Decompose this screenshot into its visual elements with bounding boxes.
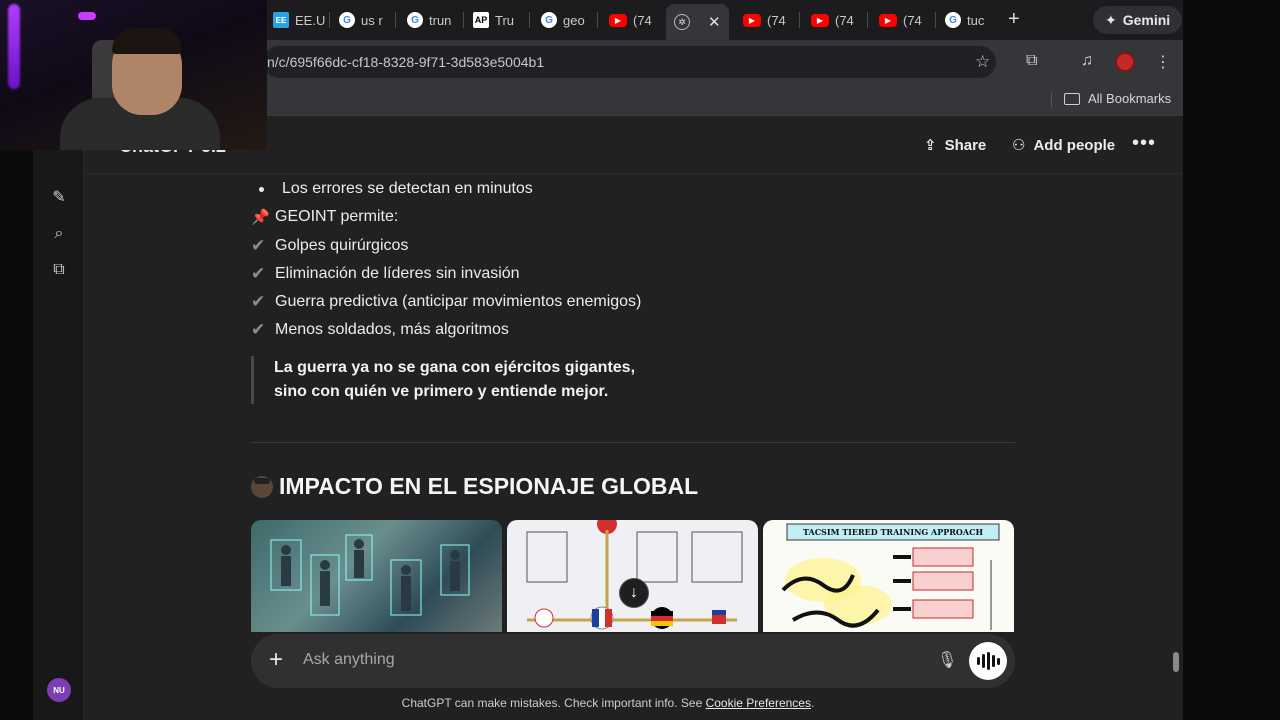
image-surveillance-crowd[interactable] [251,520,502,632]
list-item: Los errores se detectan en minutos [259,180,533,198]
pushpin-icon: 📌 [251,209,270,226]
geoint-title: 📌 GEOINT permite: [251,208,399,226]
youtube-icon: ▶ [811,13,829,27]
tab-ee[interactable]: EE EE.U [265,6,327,34]
section-heading: IMPACTO EN EL ESPIONAJE GLOBAL [251,473,698,500]
prompt-input[interactable]: Ask anything [303,651,395,669]
youtube-icon: ▶ [879,13,897,27]
google-icon: G [945,12,961,28]
google-icon: G [407,12,423,28]
check-item: ✔ Eliminación de líderes sin invasión [251,264,520,283]
media-control-icon[interactable]: ♫ [1081,52,1093,70]
tab-google-3[interactable]: G geo [533,6,595,34]
menu-kebab-icon[interactable]: ⋮ [1155,52,1171,72]
tab-search-icon[interactable]: ⧉ [1026,52,1037,70]
image-gallery: ↓ TACSIM TIERED TRAINING APPROACH [251,520,1015,632]
check-item: ✔ Golpes quirúrgicos [251,236,409,255]
youtube-icon: ▶ [743,13,761,27]
tab-google-2[interactable]: G trun [399,6,461,34]
address-bar[interactable]: n/c/695f66dc-cf18-8328-9f71-3d583e5004b1 [263,46,996,78]
more-options-icon[interactable]: ••• [1132,132,1156,155]
attach-plus-icon[interactable]: + [269,646,283,674]
checkmark-icon: ✔ [251,320,266,339]
tab-youtube-2[interactable]: ▶ (74 [735,6,797,34]
checkmark-icon: ✔ [251,292,266,311]
all-bookmarks-button[interactable]: All Bookmarks [1064,91,1171,106]
tab-youtube-1[interactable]: ▶ (74 [601,6,663,34]
check-item: ✔ Guerra predictiva (anticipar movimient… [251,292,642,311]
image-tacsim-diagram[interactable]: TACSIM TIERED TRAINING APPROACH [763,520,1014,632]
library-icon[interactable]: ⧉ [49,260,69,280]
bookmark-star-icon[interactable]: ☆ [975,52,990,72]
close-tab-icon[interactable]: ✕ [708,13,721,31]
tab-youtube-3[interactable]: ▶ (74 [803,6,865,34]
page-scrollbar[interactable] [1173,652,1179,672]
disclaimer: ChatGPT can make mistakes. Check importa… [401,696,815,710]
share-button[interactable]: ⇪ Share [924,136,986,155]
spy-icon [251,475,273,498]
sidebar-rail: ✎ ⌕ ⧉ NU [33,118,84,720]
checkmark-icon: ✔ [251,264,266,283]
add-people-button[interactable]: ⚇ Add people [1012,136,1115,155]
new-chat-icon[interactable]: ✎ [49,188,69,208]
scroll-down-icon[interactable]: ↓ [619,578,649,608]
voice-mode-button[interactable] [969,642,1007,680]
google-icon: G [339,12,355,28]
ee-favicon-icon: EE [273,12,289,28]
tab-chatgpt-active[interactable]: ✲ ✕ [666,4,729,40]
tacsim-caption: TACSIM TIERED TRAINING APPROACH [803,527,983,537]
gemini-button[interactable]: ✦ Gemini [1093,6,1183,34]
divider [251,442,1015,443]
tab-google-4[interactable]: G tuc [937,6,999,34]
youtube-icon: ▶ [609,13,627,27]
tab-youtube-4[interactable]: ▶ (74 [871,6,933,34]
blockquote: La guerra ya no se gana con ejércitos gi… [251,356,635,404]
search-icon[interactable]: ⌕ [49,224,69,244]
chatgpt-page: ✎ ⌕ ⧉ NU ChatGPT 5.2 ⇪ Share ⚇ Add peopl… [33,118,1183,720]
chat-composer: + Ask anything 🎙 [251,634,1015,688]
screen: EE EE.U G us r G trun AP Tru G geo ▶ (74… [0,0,1280,720]
check-item: ✔ Menos soldados, más algoritmos [251,320,509,339]
share-icon: ⇪ [924,137,937,154]
microphone-icon[interactable]: 🎙 [937,650,957,670]
checkmark-icon: ✔ [251,236,266,255]
profile-avatar[interactable] [1115,52,1135,72]
chatgpt-icon: ✲ [674,14,690,30]
ap-news-icon: AP [473,12,489,28]
sparkle-icon: ✦ [1105,11,1117,28]
tab-ap[interactable]: AP Tru [465,6,527,34]
google-icon: G [541,12,557,28]
new-tab-icon[interactable]: + [1008,8,1020,31]
folder-icon [1064,92,1080,105]
tab-google-1[interactable]: G us r [331,6,393,34]
add-person-icon: ⚇ [1012,137,1026,154]
webcam-overlay [0,0,267,150]
cookie-preferences-link[interactable]: Cookie Preferences [706,696,811,710]
image-intelligence-infographic[interactable] [507,520,758,632]
